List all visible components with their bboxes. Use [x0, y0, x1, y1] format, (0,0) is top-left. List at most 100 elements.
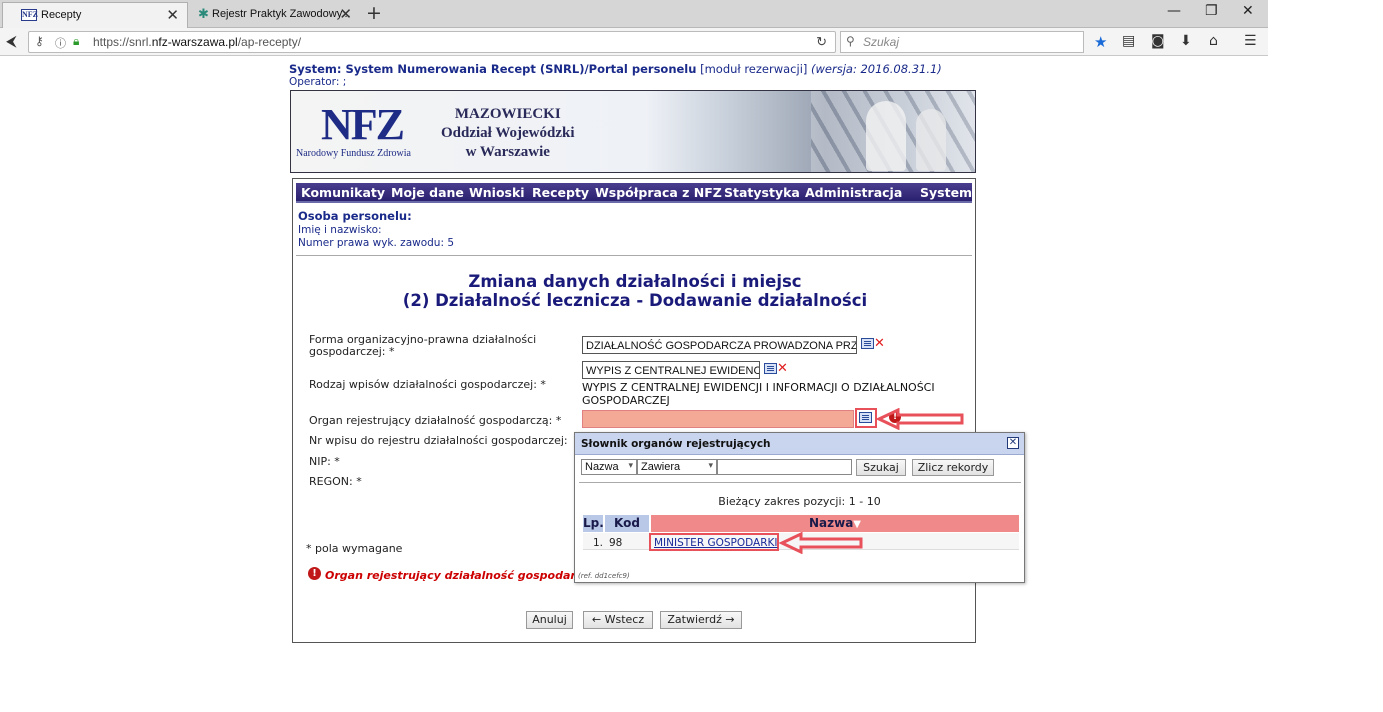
menu-item-system[interactable]: System [920, 185, 972, 200]
search-placeholder: Szukaj [863, 35, 900, 49]
url-bar[interactable]: ⚷ ⓘ 🔒︎ https://snrl.nfz-warszawa.pl/ap-r… [28, 31, 836, 53]
menu-item-wnioski[interactable]: Wnioski [469, 185, 525, 200]
popup-title: Słownik organów rejestrujących [581, 438, 771, 450]
caduceus-icon: ✱ [198, 6, 209, 21]
system-info: System: System Numerowania Recept (SNRL)… [289, 62, 942, 76]
search-input[interactable]: ⚲ Szukaj [840, 31, 1084, 53]
column-lp[interactable]: Lp. [583, 515, 604, 532]
pocket-icon[interactable]: ◙ [1151, 33, 1165, 49]
tab-label: Rejestr Praktyk Zawodowy... [212, 8, 351, 20]
clear-icon[interactable]: ✕ [874, 337, 885, 350]
nfz-favicon-icon: NFZ [21, 9, 38, 21]
red-arrow-icon [876, 408, 964, 430]
search-icon: ⚲ [846, 34, 855, 48]
rodzaj-description-2: GOSPODARCZEJ [582, 394, 670, 407]
person-license: Numer prawa wyk. zawodu: 5 [298, 237, 455, 249]
menu-item-moje-dane[interactable]: Moje dane [391, 185, 464, 200]
popup-header: Słownik organów rejestrujących ✕ [575, 433, 1024, 455]
restore-icon[interactable]: ❐ [1205, 3, 1218, 19]
required-note: * pola wymagane [306, 542, 403, 555]
forma-field[interactable]: DZIAŁALNOŚĆ GOSPODARCZA PROWADZONA PRZ [582, 336, 857, 354]
reload-icon[interactable]: ↻ [816, 34, 827, 50]
home-icon[interactable]: ⌂ [1209, 33, 1218, 49]
error-icon: ! [308, 567, 321, 580]
version-label: (wersja: 2016.08.31.1) [811, 62, 942, 76]
nfz-logo: NFZ [321, 100, 405, 149]
menu-item-recepty[interactable]: Recepty [532, 185, 589, 200]
lock-icon: 🔒︎ [73, 34, 80, 48]
forma-label-2: gospodarczej: * [309, 345, 395, 358]
new-tab-button[interactable]: + [366, 2, 382, 24]
dictionary-list-icon[interactable] [764, 363, 777, 374]
clear-icon[interactable]: ✕ [777, 362, 788, 375]
operator-label: Operator: ; [289, 76, 347, 88]
menu-item-statystyka[interactable]: Statystyka [724, 185, 800, 200]
close-icon[interactable]: ✕ [1007, 437, 1019, 449]
dictionary-search-input[interactable] [717, 459, 852, 475]
person-heading: Osoba personelu: [298, 209, 412, 223]
dictionary-popup: Słownik organów rejestrujących ✕ Nazwa ▾ … [574, 432, 1025, 583]
info-icon[interactable]: ⓘ [55, 35, 66, 51]
chevron-down-icon: ▾ [628, 460, 633, 470]
tab-rejestr[interactable]: ✱ Rejestr Praktyk Zawodowy... ✕ [188, 2, 360, 28]
dictionary-list-icon[interactable] [859, 412, 872, 423]
dictionary-list-icon[interactable] [861, 338, 874, 349]
bookmark-star-icon[interactable]: ★ [1094, 33, 1107, 51]
back-button[interactable]: ← Wstecz [583, 611, 653, 629]
column-nazwa[interactable]: Nazwa▼ [651, 515, 1019, 532]
page-subtitle: (2) Działalność lecznicza - Dodawanie dz… [402, 291, 868, 310]
download-icon[interactable]: ⬇ [1180, 33, 1192, 49]
row-nazwa-link[interactable]: MINISTER GOSPODARKI [654, 537, 777, 549]
system-label: System: System Numerowania Recept (SNRL)… [289, 62, 697, 76]
branch-line: Oddział Wojewódzki [441, 125, 575, 141]
column-kod[interactable]: Kod [605, 515, 649, 532]
rodzaj-field[interactable]: WYPIS Z CENTRALNEJ EWIDENC. [582, 361, 760, 379]
organ-field[interactable] [582, 410, 854, 428]
mode-select-value: Zawiera [641, 461, 681, 473]
nip-label: NIP: * [309, 455, 340, 468]
menu-item-administracja[interactable]: Administracja [805, 185, 902, 200]
module-label: [moduł rezerwacji] [700, 62, 808, 76]
chevron-down-icon: ▾ [708, 460, 713, 470]
window-close-icon[interactable]: ✕ [1242, 3, 1254, 19]
branch-name: MAZOWIECKI Oddział Wojewódzki w Warszawi… [441, 105, 575, 162]
row-kod: 98 [609, 537, 623, 549]
nfz-logo-subtitle: Narodowy Fundusz Zdrowia [296, 148, 411, 159]
header-banner: NFZ Narodowy Fundusz Zdrowia MAZOWIECKI … [290, 90, 976, 173]
count-records-button[interactable]: Zlicz rekordy [912, 459, 994, 476]
mode-select[interactable]: Zawiera ▾ [637, 459, 717, 475]
range-info: Bieżący zakres pozycji: 1 - 10 [718, 495, 881, 508]
field-select[interactable]: Nazwa ▾ [581, 459, 637, 475]
rodzaj-description: WYPIS Z CENTRALNEJ EWIDENCJI I INFORMACJ… [582, 381, 935, 394]
doctor-image [866, 101, 906, 171]
minimize-icon[interactable]: — [1167, 3, 1181, 19]
person-name: Imię i nazwisko: [298, 224, 382, 236]
row-lp: 1. [593, 537, 604, 549]
branch-line: MAZOWIECKI [454, 106, 561, 122]
main-menu: Komunikaty Moje dane Wnioski Recepty Wsp… [296, 183, 972, 203]
reference-id: (ref. dd1cefc9) [578, 572, 630, 580]
key-icon[interactable]: ⚷ [35, 34, 44, 48]
search-button[interactable]: Szukaj [856, 459, 906, 476]
confirm-button[interactable]: Zatwierdź → [660, 611, 742, 629]
menu-icon[interactable]: ☰ [1244, 33, 1257, 49]
regon-label: REGON: * [309, 475, 362, 488]
field-select-value: Nazwa [585, 461, 619, 473]
tab-bar: NFZ Recepty ✕ ✱ Rejestr Praktyk Zawodowy… [0, 0, 1268, 28]
nr-wpisu-label: Nr wpisu do rejestru działalności gospod… [309, 434, 568, 447]
cancel-button[interactable]: Anuluj [526, 611, 573, 629]
url-text: https://snrl.nfz-warszawa.pl/ap-recepty/ [93, 35, 302, 49]
menu-item-wspolpraca[interactable]: Współpraca z NFZ [595, 185, 722, 200]
close-tab-icon[interactable]: ✕ [166, 6, 179, 24]
reading-list-icon[interactable]: ▤ [1122, 33, 1135, 49]
back-icon[interactable]: ⮜ [6, 32, 17, 50]
menu-item-komunikaty[interactable]: Komunikaty [301, 185, 385, 200]
close-tab-icon[interactable]: ✕ [339, 5, 352, 23]
tab-recepty[interactable]: NFZ Recepty ✕ [2, 2, 188, 28]
nurse-image [916, 109, 946, 171]
divider [296, 255, 972, 256]
organ-label: Organ rejestrujący działalność gospodarc… [309, 414, 562, 427]
column-nazwa-label: Nazwa [808, 516, 854, 530]
page-title: Zmiana danych działalności i miejsc [468, 272, 802, 291]
divider [579, 482, 1021, 483]
